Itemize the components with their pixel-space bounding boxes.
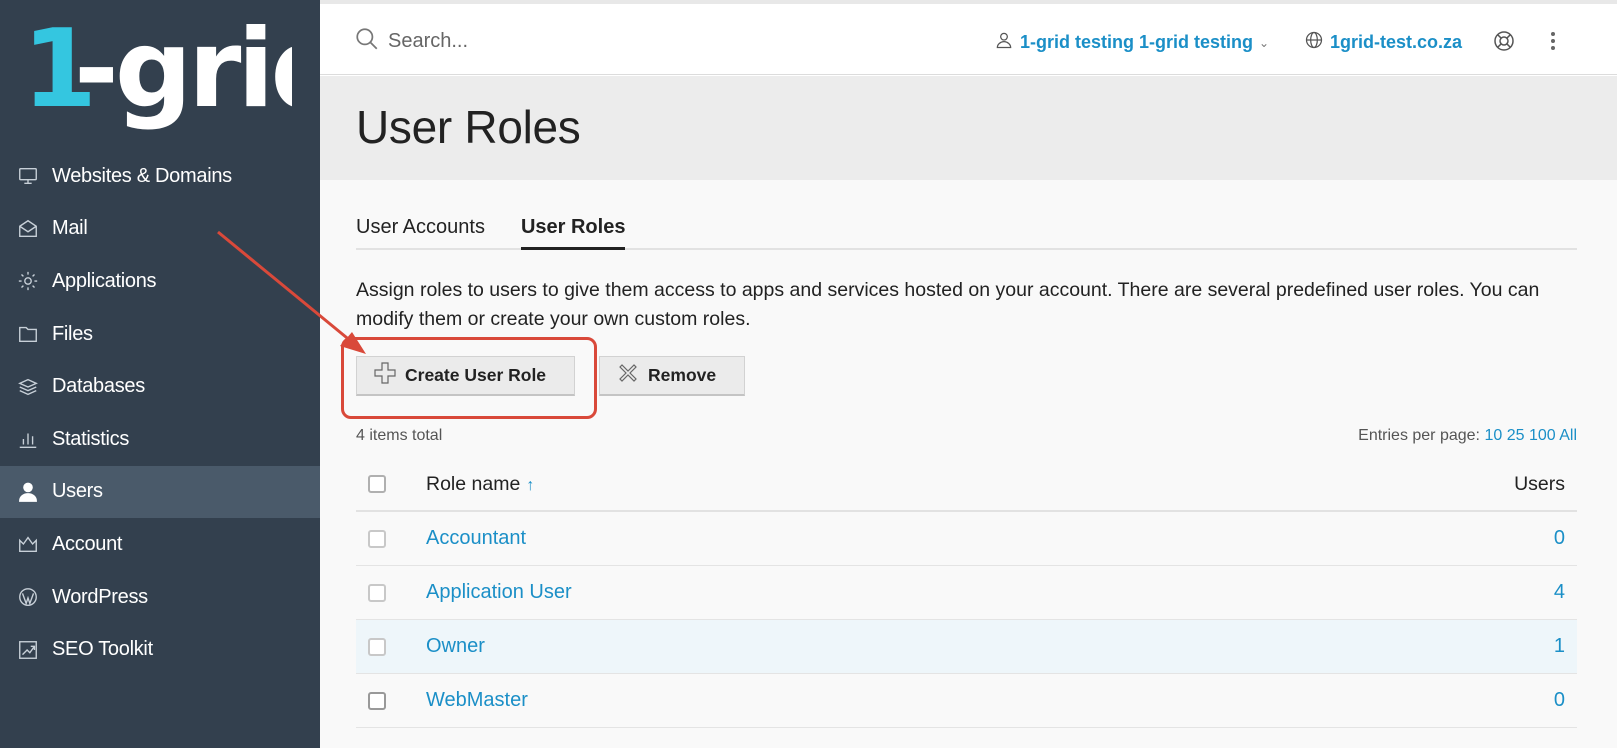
row-checkbox[interactable] — [368, 637, 386, 656]
role-name-link[interactable]: Accountant — [426, 527, 1457, 550]
search-icon — [354, 26, 380, 57]
search-box[interactable] — [354, 26, 688, 57]
table-header: Role name ↑ Users — [356, 458, 1577, 512]
page-size-25[interactable]: 25 — [1507, 427, 1525, 444]
items-total: 4 items total — [356, 427, 443, 444]
lifebuoy-icon — [1492, 31, 1516, 57]
table-row: Accountant 0 — [356, 512, 1577, 566]
sidebar-item-label: Account — [52, 532, 123, 555]
sidebar-item-applications[interactable]: Applications — [0, 255, 320, 308]
globe-icon — [1304, 30, 1330, 55]
wordpress-icon — [16, 585, 40, 609]
sidebar-item-mail[interactable]: Mail — [0, 203, 320, 256]
page-header: User Roles — [320, 76, 1617, 180]
entries-label: Entries per page: — [1358, 427, 1480, 444]
plus-icon — [373, 361, 405, 390]
mail-icon — [16, 217, 40, 241]
main-content: User Accounts User Roles Assign roles to… — [320, 180, 1617, 748]
row-checkbox[interactable] — [368, 529, 386, 548]
create-user-role-label: Create User Role — [405, 365, 547, 385]
row-checkbox[interactable] — [368, 583, 386, 602]
domain-selector[interactable]: 1grid-test.co.za — [1304, 30, 1462, 55]
sidebar-item-label: Mail — [52, 217, 88, 240]
sidebar-item-databases[interactable]: Databases — [0, 360, 320, 413]
sidebar: 1 -grid Websites & Domains Mail Applicat… — [0, 0, 320, 748]
pagination-size: Entries per page: 10 25 100 All — [1358, 427, 1577, 445]
seo-chart-icon — [16, 638, 40, 662]
sidebar-item-label: Users — [52, 480, 103, 503]
role-name-link[interactable]: Owner — [426, 635, 1457, 658]
monitor-icon — [16, 164, 40, 188]
chevron-down-icon: ⌄ — [1259, 35, 1270, 50]
roles-table: Role name ↑ Users Accountant 0 Applicatio… — [356, 458, 1577, 728]
sort-ascending-icon: ↑ — [526, 476, 535, 494]
role-users-count[interactable]: 1 — [1457, 635, 1577, 658]
sidebar-nav: Websites & Domains Mail Applications Fil… — [0, 150, 320, 676]
sidebar-item-label: Statistics — [52, 427, 130, 450]
role-name-link[interactable]: WebMaster — [426, 689, 1457, 712]
sidebar-item-files[interactable]: Files — [0, 308, 320, 361]
user-menu-label: 1-grid testing 1-grid testing — [1020, 32, 1254, 52]
sidebar-item-users[interactable]: Users — [0, 465, 320, 519]
role-users-count[interactable]: 0 — [1457, 527, 1577, 550]
search-input[interactable] — [388, 30, 688, 53]
role-name-link[interactable]: Application User — [426, 581, 1457, 604]
sidebar-item-label: Applications — [52, 269, 157, 292]
table-row: Owner 1 — [356, 620, 1577, 674]
database-icon — [16, 375, 40, 399]
user-icon — [16, 480, 40, 504]
sidebar-item-statistics[interactable]: Statistics — [0, 413, 320, 466]
more-vertical-icon — [1548, 32, 1558, 57]
more-options-button[interactable] — [1548, 29, 1558, 58]
table-row: WebMaster 0 — [356, 674, 1577, 728]
sidebar-item-wordpress[interactable]: WordPress — [0, 571, 320, 624]
crown-icon — [16, 532, 40, 556]
toolbar: Create User Role Remove — [356, 356, 769, 396]
close-icon — [616, 361, 648, 390]
role-users-count[interactable]: 0 — [1457, 689, 1577, 712]
user-menu[interactable]: 1-grid testing 1-grid testing ⌄ — [994, 30, 1269, 55]
page-size-10[interactable]: 10 — [1484, 427, 1502, 444]
sidebar-item-seo-toolkit[interactable]: SEO Toolkit — [0, 623, 320, 676]
create-user-role-button[interactable]: Create User Role — [356, 356, 576, 396]
brand-logo[interactable]: 1 -grid — [22, 14, 292, 144]
page-size-100[interactable]: 100 — [1529, 427, 1556, 444]
sidebar-item-label: WordPress — [52, 585, 148, 608]
intro-text: Assign roles to users to give them acces… — [356, 279, 1540, 330]
role-name-header-label: Role name — [426, 472, 521, 495]
users-header[interactable]: Users — [1457, 473, 1577, 496]
remove-button[interactable]: Remove — [599, 356, 746, 396]
select-all-checkbox[interactable] — [368, 475, 386, 493]
help-button[interactable] — [1492, 29, 1516, 58]
sidebar-item-account[interactable]: Account — [0, 518, 320, 571]
sidebar-item-label: Websites & Domains — [52, 164, 232, 187]
svg-text:-grid: -grid — [74, 14, 292, 132]
top-bar: 1-grid testing 1-grid testing ⌄ 1grid-te… — [320, 0, 1617, 75]
tab-user-accounts[interactable]: User Accounts — [356, 210, 485, 250]
role-users-count[interactable]: 4 — [1457, 581, 1577, 604]
remove-label: Remove — [648, 365, 717, 385]
sidebar-item-label: Databases — [52, 375, 145, 398]
gear-icon — [16, 269, 40, 293]
user-outline-icon — [994, 30, 1020, 55]
domain-label: 1grid-test.co.za — [1330, 32, 1463, 52]
tab-bar: User Accounts User Roles — [356, 210, 1577, 250]
bar-chart-icon — [16, 427, 40, 451]
table-row: Application User 4 — [356, 566, 1577, 620]
sidebar-item-label: Files — [52, 322, 93, 345]
sidebar-item-label: SEO Toolkit — [52, 638, 153, 661]
sidebar-item-websites-domains[interactable]: Websites & Domains — [0, 150, 320, 203]
tab-user-roles[interactable]: User Roles — [520, 210, 626, 250]
role-name-header[interactable]: Role name ↑ — [426, 473, 1457, 496]
folder-icon — [16, 322, 40, 346]
page-title: User Roles — [356, 101, 581, 153]
page-size-all[interactable]: All — [1559, 427, 1577, 444]
row-checkbox[interactable] — [368, 691, 386, 710]
